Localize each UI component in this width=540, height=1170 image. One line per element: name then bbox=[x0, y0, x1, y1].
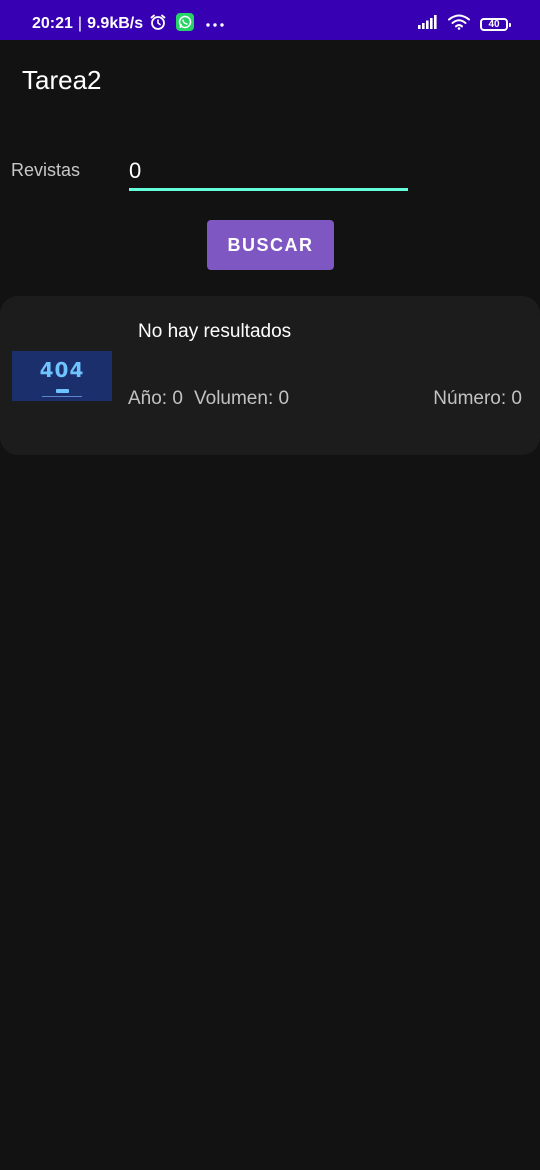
more-dots-icon bbox=[206, 16, 224, 32]
revistas-field bbox=[129, 150, 408, 191]
signal-icon bbox=[418, 14, 438, 34]
status-separator: | bbox=[77, 15, 83, 32]
thumbnail-404-text: 404 bbox=[39, 358, 85, 382]
wifi-icon bbox=[448, 14, 470, 35]
revistas-input-underline bbox=[129, 188, 408, 191]
thumbnail-button-shape bbox=[56, 389, 69, 393]
result-volume: Volumen: 0 bbox=[194, 388, 290, 409]
revistas-label: Revistas bbox=[11, 160, 81, 180]
result-thumbnail: 404 bbox=[12, 351, 112, 401]
result-year: Año: 0 bbox=[128, 388, 183, 409]
whatsapp-icon bbox=[176, 13, 195, 35]
status-bar-left: 20:21 | 9.9kB/s bbox=[32, 0, 224, 48]
status-bar-right: 40 bbox=[408, 0, 511, 48]
app-title: Tarea2 bbox=[22, 65, 102, 95]
result-number: Número: 0 bbox=[433, 388, 522, 409]
status-bar: 20:21 | 9.9kB/s 40 bbox=[0, 0, 540, 40]
revistas-input[interactable] bbox=[129, 150, 408, 188]
status-time: 20:21 bbox=[32, 15, 73, 32]
status-network-speed: 9.9kB/s bbox=[87, 15, 144, 32]
result-card[interactable]: 404 No hay resultados Año: 0 Volumen: 0 … bbox=[0, 296, 540, 455]
result-title: No hay resultados bbox=[138, 321, 292, 342]
thumbnail-line bbox=[42, 396, 82, 397]
battery-icon: 40 bbox=[480, 17, 511, 31]
buscar-button[interactable]: BUSCAR bbox=[207, 220, 334, 270]
alarm-icon bbox=[149, 13, 167, 35]
